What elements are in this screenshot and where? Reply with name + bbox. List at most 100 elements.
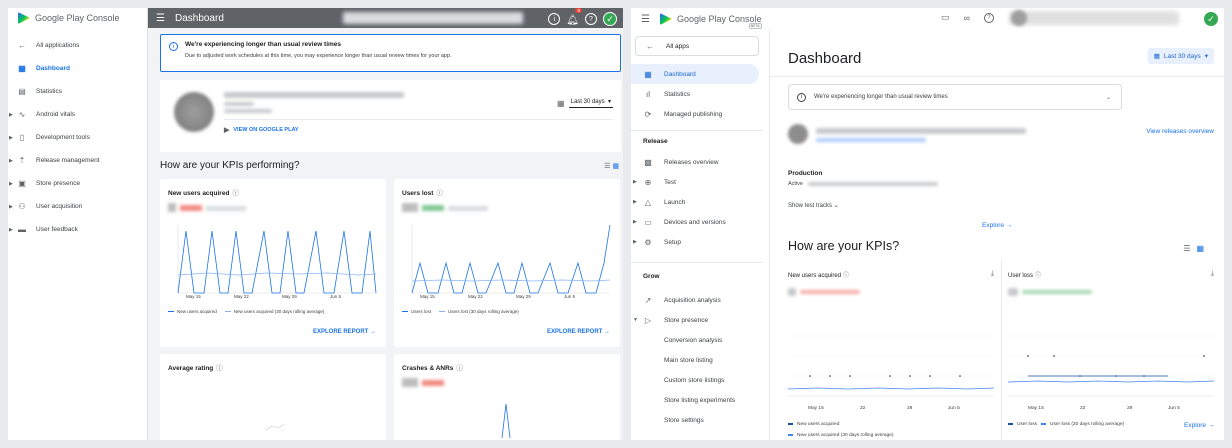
dashboard-icon: ▦	[18, 64, 26, 73]
notifications-icon[interactable]: 🔔︎ 9	[566, 8, 582, 28]
help-icon[interactable]: ⓘ	[216, 365, 223, 372]
x-tick: Jun 5	[564, 294, 576, 299]
nav-conversion-analysis[interactable]: Conversion analysis	[631, 330, 763, 350]
page-title: Dashboard	[788, 50, 862, 67]
date-range-select[interactable]: ▦ Last 30 days ▾	[557, 98, 613, 108]
nav-dashboard[interactable]: ▦ Dashboard	[631, 64, 759, 84]
info-icon: i	[169, 42, 178, 51]
explore-link[interactable]: Explore →	[1184, 422, 1214, 429]
arrow-back-icon: ←	[18, 41, 26, 50]
view-toggle[interactable]: ☰▦	[1183, 244, 1210, 253]
nav-store-presence[interactable]: ▼ ▷ Store presence	[631, 310, 763, 330]
help-icon[interactable]: ⓘ	[436, 190, 443, 197]
nav-release-management[interactable]: ▶ ⇡ Release management	[8, 149, 147, 172]
nav-store-presence[interactable]: ▶ ▣ Store presence	[8, 172, 147, 195]
x-tick: 29	[1127, 406, 1133, 411]
grid-view-icon[interactable]: ▦	[1196, 244, 1210, 253]
view-toggle[interactable]: ☰▦	[604, 162, 621, 170]
expand-caret-icon: ▶	[9, 134, 13, 141]
nav-managed-publishing[interactable]: ⟳ Managed publishing	[631, 104, 763, 124]
info-icon[interactable]: i	[548, 13, 561, 25]
link-icon[interactable]: ∞	[964, 13, 970, 23]
legend-item: New users acquired	[788, 422, 839, 427]
users-lost-chart	[411, 224, 611, 294]
nav-devices-versions[interactable]: ▶ ▭ Devices and versions	[631, 212, 763, 232]
nav-setup[interactable]: ▶ ⚙ Setup	[631, 232, 763, 252]
old-main-content: i We're experiencing longer than usual r…	[160, 34, 621, 174]
nav-dashboard[interactable]: ▦ Dashboard	[8, 57, 147, 80]
legend-item: New users acquired (30 days rolling aver…	[788, 433, 894, 438]
nav-statistics[interactable]: ▤ Statistics	[8, 80, 147, 103]
explore-link[interactable]: Explore →	[982, 222, 1012, 229]
menu-icon[interactable]: ☰	[156, 13, 165, 24]
download-icon[interactable]: ⤓	[1211, 270, 1214, 278]
avatar[interactable]	[1011, 10, 1027, 26]
x-tick: May 15	[1028, 406, 1044, 411]
help-icon[interactable]: ⓘ	[1035, 273, 1041, 279]
help-icon[interactable]: ⓘ	[843, 273, 849, 279]
x-tick: May 29	[516, 294, 531, 299]
help-icon[interactable]: ?	[585, 13, 597, 25]
divider	[1001, 260, 1002, 440]
kpi-card-new-users: New users acquired ⓘ ⤓ May 15 22 29 Jun 5…	[788, 258, 994, 440]
help-icon[interactable]: ?	[983, 12, 994, 23]
nav-custom-store-listings[interactable]: Custom store listings	[631, 370, 763, 390]
old-header-title: Dashboard	[174, 12, 224, 24]
review-times-alert[interactable]: i We're experiencing longer than usual r…	[788, 84, 1122, 110]
old-header: ☰ Dashboard i 🔔︎ 9 ? ✓	[148, 8, 623, 28]
kpi-value-blurred	[168, 203, 246, 212]
help-icon[interactable]: ⓘ	[456, 365, 463, 372]
nav-android-vitals[interactable]: ▶ ∿ Android vitals	[8, 103, 147, 126]
rating-trend-line	[265, 423, 285, 431]
new-logo[interactable]: Google Play Console BETA	[659, 13, 762, 29]
expand-caret-icon: ▶	[9, 203, 13, 210]
nav-user-feedback[interactable]: ▶ ▬ User feedback	[8, 218, 147, 241]
arrow-forward-icon: →	[370, 329, 376, 335]
old-search-blurred[interactable]	[343, 12, 523, 24]
explore-report-link[interactable]: EXPLORE REPORT →	[547, 329, 610, 335]
all-apps-button[interactable]: ← All apps	[635, 36, 759, 56]
feedback-icon[interactable]: ▭	[941, 12, 950, 23]
app-name-blurred	[816, 128, 1026, 134]
production-status: Active	[788, 181, 803, 187]
account-check-icon[interactable]: ✓	[603, 12, 617, 26]
nav-launch[interactable]: ▶ △ Launch	[631, 192, 763, 212]
alert-body: Due to adjusted work schedules at this t…	[185, 53, 452, 59]
grid-view-icon[interactable]: ▦	[612, 163, 621, 170]
nav-user-acquisition[interactable]: ▶ ⚇ User acquisition	[8, 195, 147, 218]
explore-report-link[interactable]: EXPLORE REPORT →	[313, 329, 376, 335]
store-presence-icon: ▷	[644, 315, 652, 325]
expand-caret-icon: ▶	[9, 111, 13, 118]
menu-icon[interactable]: ☰	[641, 14, 650, 25]
alert-title: We're experiencing longer than usual rev…	[185, 41, 342, 48]
nav-all-applications[interactable]: ← All applications	[8, 34, 147, 57]
nav-releases-overview[interactable]: ▩ Releases overview	[631, 152, 763, 172]
daily-points	[1027, 355, 1205, 377]
nav-main-store-listing[interactable]: Main store listing	[631, 350, 763, 370]
list-view-icon[interactable]: ☰	[1183, 244, 1196, 253]
dropdown-arrow-icon: ▾	[1204, 53, 1208, 60]
show-test-tracks-toggle[interactable]: Show test tracks ⌄	[788, 202, 839, 209]
nav-acquisition-analysis[interactable]: ↗ Acquisition analysis	[631, 290, 763, 310]
kpi-title: New users acquired	[168, 190, 230, 197]
help-icon[interactable]: ⓘ	[232, 190, 239, 197]
x-tick: May 15	[420, 294, 435, 299]
date-range-button[interactable]: ▦ Last 30 days ▾	[1147, 48, 1214, 64]
nav-store-settings[interactable]: Store settings	[631, 410, 763, 430]
nav-development-tools[interactable]: ▶ ▯ Development tools	[8, 126, 147, 149]
old-logo[interactable]: Google Play Console	[8, 8, 147, 28]
expand-caret-icon: ▶	[633, 179, 637, 185]
arrow-back-icon: ←	[646, 41, 654, 51]
nav-test[interactable]: ▶ ⊕ Test	[631, 172, 763, 192]
nav-statistics[interactable]: ıl Statistics	[631, 84, 763, 104]
play-console-logo-icon	[18, 12, 30, 24]
download-icon[interactable]: ⤓	[991, 270, 994, 278]
expand-caret-icon: ▶	[9, 226, 13, 233]
account-check-icon[interactable]: ✓	[1204, 12, 1218, 26]
nav-store-listing-experiments[interactable]: Store listing experiments	[631, 390, 763, 410]
account-name-blurred[interactable]	[1009, 11, 1179, 25]
calendar-icon: ▦	[557, 98, 565, 108]
view-releases-overview-link[interactable]: View releases overview	[1146, 128, 1214, 135]
view-on-google-play-link[interactable]: ▶ VIEW ON GOOGLE PLAY	[224, 126, 299, 134]
kpi-value-blurred	[402, 378, 444, 387]
